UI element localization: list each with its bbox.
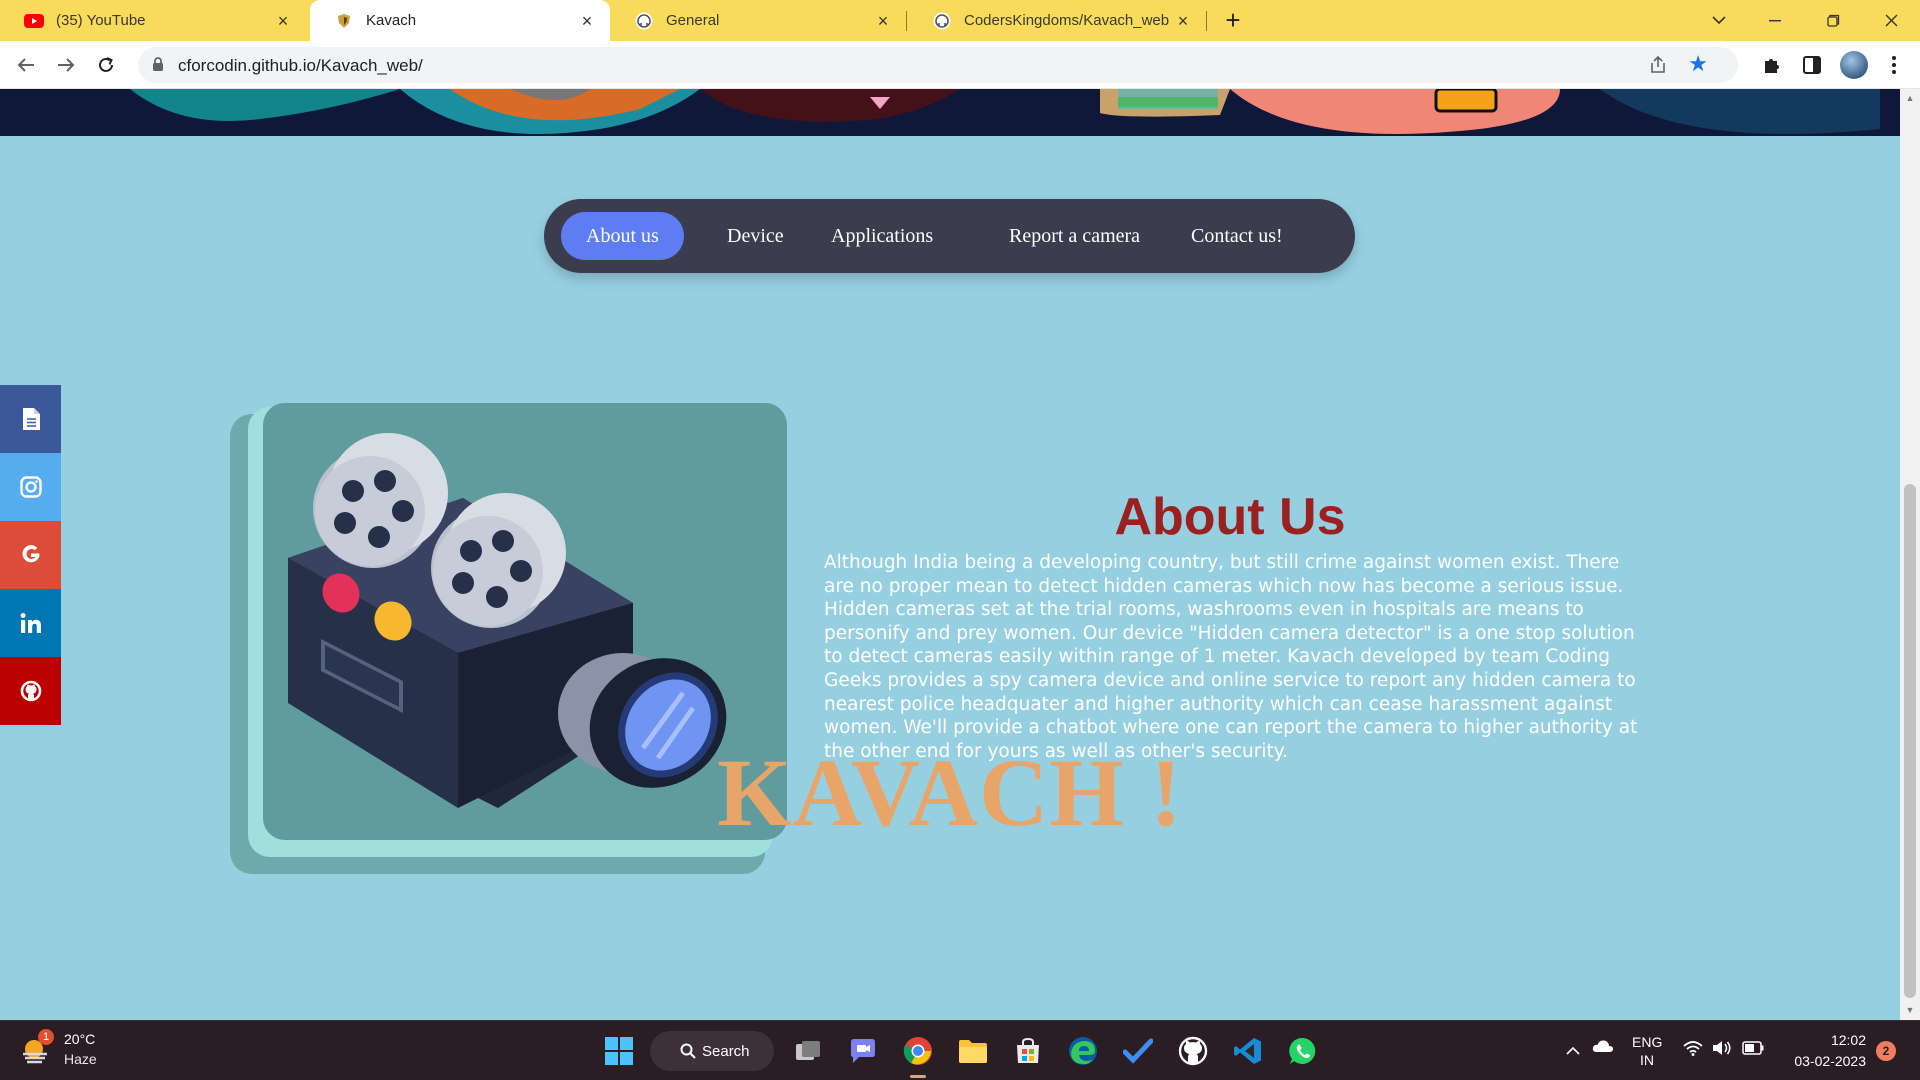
close-tab-icon[interactable]: × xyxy=(578,12,596,30)
tab-label: CodersKingdoms/Kavach_web xyxy=(964,12,1170,29)
tab-search-chevron-icon[interactable] xyxy=(1696,0,1742,41)
show-hidden-icons-chevron-icon[interactable] xyxy=(1566,1042,1580,1058)
vscode-icon[interactable] xyxy=(1230,1033,1266,1069)
tab-general[interactable]: General × xyxy=(610,0,906,41)
clock-date: 03-02-2023 xyxy=(1794,1053,1866,1069)
hero-banner-image xyxy=(0,89,1900,136)
social-google-button[interactable] xyxy=(0,521,61,589)
side-panel-icon[interactable] xyxy=(1800,53,1824,77)
lock-icon[interactable] xyxy=(152,57,164,77)
youtube-icon xyxy=(24,11,44,31)
close-tab-icon[interactable]: × xyxy=(1174,12,1192,30)
onedrive-cloud-icon[interactable] xyxy=(1592,1039,1614,1056)
tab-label: General xyxy=(666,12,720,29)
wifi-icon[interactable] xyxy=(1683,1040,1703,1059)
reload-button[interactable] xyxy=(92,51,120,79)
todo-icon[interactable] xyxy=(1120,1033,1156,1069)
page-scrollbar[interactable]: ▲ ▼ xyxy=(1900,89,1920,1020)
weather-badge: 1 xyxy=(38,1029,54,1045)
instagram-icon xyxy=(19,476,42,498)
page-content: About us Device Applications Report a ca… xyxy=(0,89,1900,1020)
close-tab-icon[interactable]: × xyxy=(874,12,892,30)
brand-title: KAVACH ! xyxy=(717,739,1183,846)
weather-condition: Haze xyxy=(64,1051,97,1067)
profile-avatar[interactable] xyxy=(1840,51,1868,79)
about-heading: About Us xyxy=(1114,488,1346,546)
extensions-puzzle-icon[interactable] xyxy=(1760,53,1784,77)
language-line2: IN xyxy=(1640,1052,1654,1068)
scroll-down-arrow-icon[interactable]: ▼ xyxy=(1905,1005,1915,1015)
nav-applications[interactable]: Applications xyxy=(806,212,958,260)
share-icon[interactable] xyxy=(1648,55,1668,80)
whatsapp-icon[interactable] xyxy=(1285,1033,1321,1069)
more-menu-icon[interactable] xyxy=(1882,53,1906,77)
nav-about-us[interactable]: About us xyxy=(561,212,684,260)
close-tab-icon[interactable]: × xyxy=(274,12,292,30)
windows-start-icon[interactable] xyxy=(601,1033,637,1069)
scroll-up-arrow-icon[interactable]: ▲ xyxy=(1905,93,1915,103)
social-document-button[interactable] xyxy=(0,385,61,453)
forward-button[interactable] xyxy=(52,51,80,79)
scrollbar-thumb[interactable] xyxy=(1904,484,1916,998)
search-label: Search xyxy=(702,1042,750,1060)
system-clock[interactable]: 12:02 03-02-2023 xyxy=(1776,1030,1866,1072)
tab-label: (35) YouTube xyxy=(56,12,146,29)
document-icon xyxy=(22,408,40,430)
url-text[interactable]: cforcodin.github.io/Kavach_web/ xyxy=(178,56,423,76)
weather-temperature: 20°C xyxy=(64,1031,96,1047)
taskbar-search[interactable]: Search xyxy=(650,1031,774,1071)
nav-device[interactable]: Device xyxy=(702,212,809,260)
task-view-icon[interactable] xyxy=(790,1033,826,1069)
social-github-button[interactable] xyxy=(0,657,61,725)
nav-contact-us[interactable]: Contact us! xyxy=(1166,212,1308,260)
browser-tab-strip: (35) YouTube × Kavach × General × Coders… xyxy=(0,0,1920,41)
microsoft-store-icon[interactable] xyxy=(1010,1033,1046,1069)
nav-report-a-camera[interactable]: Report a camera xyxy=(984,212,1165,260)
back-button[interactable] xyxy=(12,51,40,79)
kavach-favicon-icon xyxy=(334,11,354,31)
tab-kavach[interactable]: Kavach × xyxy=(310,0,610,41)
new-tab-button[interactable]: + xyxy=(1220,7,1246,34)
linkedin-icon xyxy=(20,613,41,633)
github-icon xyxy=(20,680,41,702)
tab-youtube[interactable]: (35) YouTube × xyxy=(0,0,306,41)
clock-time: 12:02 xyxy=(1830,1032,1866,1048)
address-bar[interactable]: cforcodin.github.io/Kavach_web/ ★ xyxy=(138,47,1738,83)
tab-coderskingdoms[interactable]: CodersKingdoms/Kavach_web × xyxy=(908,0,1206,41)
tab-separator xyxy=(1206,11,1207,31)
tab-label: Kavach xyxy=(366,12,417,29)
browser-toolbar: cforcodin.github.io/Kavach_web/ ★ xyxy=(0,41,1920,89)
search-icon xyxy=(680,1043,696,1059)
teams-chat-icon[interactable] xyxy=(845,1033,881,1069)
restore-button[interactable] xyxy=(1810,0,1856,41)
windows-taskbar: 1 20°C Haze Search ENG IN 12:02 03-02-20… xyxy=(0,1020,1920,1080)
social-instagram-button[interactable] xyxy=(0,453,61,521)
file-explorer-icon[interactable] xyxy=(955,1033,991,1069)
social-linkedin-button[interactable] xyxy=(0,589,61,657)
main-navigation: About us Device Applications Report a ca… xyxy=(544,199,1355,273)
edge-icon[interactable] xyxy=(1065,1033,1101,1069)
github-icon xyxy=(932,11,952,31)
volume-icon[interactable] xyxy=(1712,1040,1732,1059)
close-window-button[interactable] xyxy=(1868,0,1914,41)
google-icon xyxy=(21,545,40,563)
minimize-button[interactable] xyxy=(1752,0,1798,41)
notification-badge[interactable]: 2 xyxy=(1876,1041,1896,1061)
language-line1: ENG xyxy=(1632,1034,1663,1050)
battery-icon[interactable] xyxy=(1742,1041,1764,1058)
language-indicator[interactable]: ENG IN xyxy=(1632,1033,1662,1069)
chrome-icon[interactable] xyxy=(900,1033,936,1069)
about-paragraph: Although India being a developing countr… xyxy=(824,552,1638,762)
tab-separator xyxy=(906,11,907,31)
github-desktop-icon[interactable] xyxy=(1175,1033,1211,1069)
github-icon xyxy=(634,11,654,31)
bookmark-star-icon[interactable]: ★ xyxy=(1688,53,1708,75)
chrome-running-indicator xyxy=(910,1075,926,1078)
